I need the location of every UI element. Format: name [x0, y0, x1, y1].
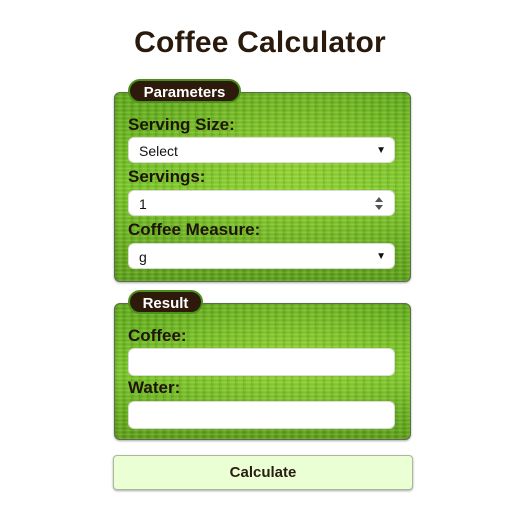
serving-size-select[interactable]: Select ▼ — [128, 137, 395, 163]
chevron-down-icon: ▼ — [376, 251, 386, 262]
coffee-measure-value: g — [139, 249, 147, 265]
servings-label: Servings: — [128, 167, 206, 186]
chevron-down-icon: ▼ — [376, 145, 386, 156]
coffee-result-label: Coffee: — [128, 326, 187, 345]
serving-size-value: Select — [139, 143, 178, 159]
water-result-field[interactable] — [128, 401, 395, 429]
page-title: Coffee Calculator — [134, 26, 386, 59]
servings-value: 1 — [139, 196, 147, 212]
coffee-measure-label: Coffee Measure: — [128, 220, 261, 239]
parameters-legend: Parameters — [128, 79, 241, 103]
coffee-measure-select[interactable]: g ▼ — [128, 243, 395, 269]
coffee-result-field[interactable] — [128, 348, 395, 376]
serving-size-label: Serving Size: — [128, 115, 235, 134]
servings-input[interactable]: 1 — [128, 190, 395, 216]
calculate-button[interactable]: Calculate — [113, 455, 413, 490]
number-spinner-icon[interactable] — [375, 195, 385, 213]
water-result-label: Water: — [128, 378, 181, 397]
result-legend: Result — [128, 290, 203, 314]
